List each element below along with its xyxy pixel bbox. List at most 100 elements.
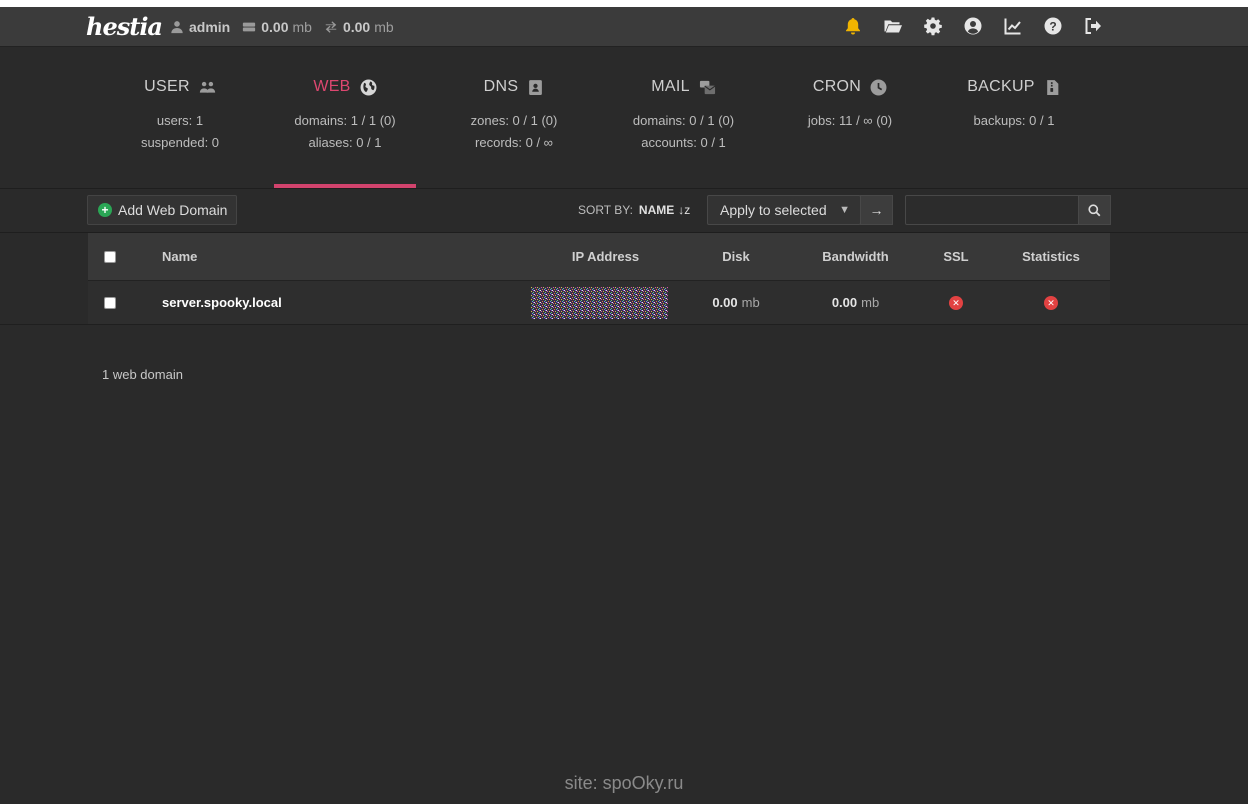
tab-mail-line1: domains: 0 / 1 (0) xyxy=(632,113,735,128)
bandwidth-usage: 0.00 mb xyxy=(324,19,394,35)
statistics-button[interactable] xyxy=(1002,15,1024,37)
settings-button[interactable] xyxy=(922,15,944,37)
divider xyxy=(0,324,1248,325)
search-icon xyxy=(1088,203,1101,216)
watermark-text: site: spoOky.ru xyxy=(564,773,684,793)
chart-line-icon xyxy=(1004,18,1021,35)
tab-web[interactable]: WEB domains: 1 / 1 (0) aliases: 0 / 1 xyxy=(274,47,416,188)
bandwidth-usage-unit: mb xyxy=(374,19,394,35)
tab-user[interactable]: USER users: 1 suspended: 0 xyxy=(125,47,235,188)
tab-backup-line1: backups: 0 / 1 xyxy=(973,113,1055,128)
tab-user-line1: users: 1 xyxy=(156,113,204,128)
tab-dns[interactable]: DNS zones: 0 / 1 (0) records: 0 / ∞ xyxy=(455,47,573,188)
tab-dns-line2: records: 0 / ∞ xyxy=(475,135,553,150)
active-tab-indicator xyxy=(274,184,416,188)
select-all-checkbox[interactable] xyxy=(104,250,116,263)
help-button[interactable]: ? xyxy=(1042,15,1064,37)
disk-value: 0.00 xyxy=(712,295,738,310)
svg-text:?: ? xyxy=(1049,20,1056,34)
tab-web-line2: aliases: 0 / 1 xyxy=(308,135,382,150)
table-row: server.spooky.local 0.00 mb 0.00 mb ✕ ✕ xyxy=(88,280,1110,324)
exchange-icon xyxy=(325,21,337,33)
tab-backup-title: BACKUP xyxy=(967,78,1035,95)
column-ip-address: IP Address xyxy=(571,249,640,264)
hestia-logo[interactable]: hestia xyxy=(86,11,163,43)
list-toolbar: + Add Web Domain SORT BY: NAME ↓z Apply … xyxy=(0,189,1248,233)
tab-cron[interactable]: CRON jobs: 11 / ∞ (0) xyxy=(795,47,905,188)
column-name[interactable]: Name xyxy=(162,233,197,280)
user-profile-button[interactable] xyxy=(962,15,984,37)
globe-icon xyxy=(360,79,377,95)
tab-backup[interactable]: BACKUP backups: 0 / 1 xyxy=(955,47,1073,188)
gear-icon xyxy=(924,17,942,36)
top-action-icons: ? xyxy=(842,15,1122,39)
disk-usage-unit: mb xyxy=(292,19,312,35)
address-book-icon xyxy=(529,79,543,95)
tab-cron-title: CRON xyxy=(812,78,862,95)
bandwidth-value: 0.00 xyxy=(831,295,858,310)
file-manager-button[interactable] xyxy=(882,15,904,37)
notifications-button[interactable] xyxy=(842,15,864,37)
statistics-disabled-icon: ✕ xyxy=(1044,295,1058,310)
top-white-strip xyxy=(0,0,1248,7)
column-statistics: Statistics xyxy=(1022,249,1080,264)
search-button[interactable] xyxy=(1078,195,1111,225)
plus-circle-icon: + xyxy=(98,203,112,217)
logout-icon xyxy=(1085,18,1101,34)
tab-dns-title: DNS xyxy=(483,78,519,95)
column-disk: Disk xyxy=(722,249,750,264)
tab-mail-line2: accounts: 0 / 1 xyxy=(641,135,726,150)
web-domains-table: Name IP Address Disk Bandwidth SSL Stati… xyxy=(88,233,1110,324)
row-checkbox[interactable] xyxy=(104,296,116,309)
tab-web-title: WEB xyxy=(313,78,351,95)
users-icon xyxy=(199,81,215,93)
ip-address-redacted xyxy=(531,286,668,319)
logout-button[interactable] xyxy=(1082,15,1104,37)
tab-user-title: USER xyxy=(144,78,190,95)
domain-name-link[interactable]: server.spooky.local xyxy=(162,281,282,324)
mail-bulk-icon xyxy=(699,80,716,94)
disk-usage-value: 0.00 xyxy=(261,19,289,35)
disk-cell: 0.00 mb xyxy=(706,281,766,324)
tab-mail-title: MAIL xyxy=(651,78,690,95)
column-bandwidth: Bandwidth xyxy=(822,249,889,264)
summary-stats-bar: USER users: 1 suspended: 0 WEB domains: … xyxy=(0,47,1248,189)
clock-icon xyxy=(870,79,887,95)
bandwidth-unit: mb xyxy=(861,295,880,310)
tab-cron-line1: jobs: 11 / ∞ (0) xyxy=(807,113,893,128)
search-input[interactable] xyxy=(905,195,1079,225)
hdd-icon xyxy=(243,22,256,32)
table-header: Name IP Address Disk Bandwidth SSL Stati… xyxy=(88,233,1110,280)
user-icon xyxy=(171,21,183,34)
apply-bulk-action-button[interactable]: → xyxy=(860,195,893,225)
column-ssl: SSL xyxy=(943,249,969,264)
tab-dns-line1: zones: 0 / 1 (0) xyxy=(470,113,558,128)
disk-usage: 0.00 mb xyxy=(242,19,312,35)
help-icon: ? xyxy=(1044,17,1062,35)
add-web-domain-label: Add Web Domain xyxy=(118,202,228,218)
disk-unit: mb xyxy=(741,295,760,310)
bulk-action-selected: Apply to selected xyxy=(720,202,827,218)
tab-web-line1: domains: 1 / 1 (0) xyxy=(294,113,396,128)
bell-icon xyxy=(846,18,860,35)
sort-control: SORT BY: NAME ↓z xyxy=(578,203,690,217)
tab-mail[interactable]: MAIL domains: 0 / 1 (0) accounts: 0 / 1 xyxy=(620,47,747,188)
user-circle-icon xyxy=(964,17,982,35)
tab-user-line2: suspended: 0 xyxy=(140,135,220,150)
arrow-right-icon: → xyxy=(869,202,884,218)
sort-by-label: SORT BY: xyxy=(578,203,633,217)
user-info: admin xyxy=(170,19,230,35)
sort-by-value[interactable]: NAME xyxy=(639,203,674,217)
top-user-info: admin 0.00 mb 0.00 mb xyxy=(170,7,406,47)
bandwidth-cell: 0.00 mb xyxy=(808,281,903,324)
sort-alpha-icon[interactable]: ↓z xyxy=(678,203,690,217)
bulk-action-select[interactable]: Apply to selected ▼ xyxy=(707,195,861,225)
ssl-disabled-icon: ✕ xyxy=(949,295,963,310)
bandwidth-usage-value: 0.00 xyxy=(342,19,371,35)
username: admin xyxy=(189,19,231,35)
add-web-domain-button[interactable]: + Add Web Domain xyxy=(87,195,237,225)
domain-count: 1 web domain xyxy=(102,367,183,382)
file-archive-icon xyxy=(1046,79,1059,95)
top-navbar: hestia admin 0.00 mb 0.00 mb ? xyxy=(0,7,1248,47)
folder-open-icon xyxy=(884,20,902,33)
